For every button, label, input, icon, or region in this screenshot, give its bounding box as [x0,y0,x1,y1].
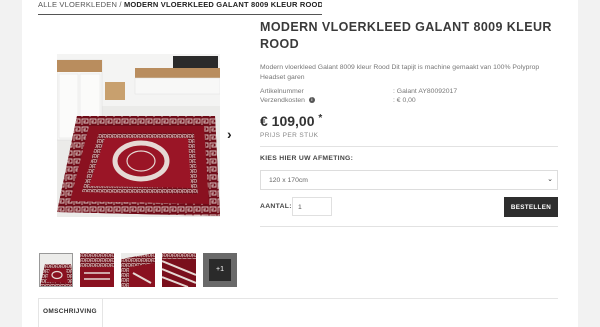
gallery-thumbnail[interactable] [121,253,155,287]
size-select[interactable]: 120 x 170cm ⌄ [260,170,558,190]
size-select-value: 120 x 170cm [269,177,308,184]
spec-row-article-number: Artikelnummer : Galant AY80092017 [260,88,457,95]
spec-label: Verzendkosten [260,97,305,104]
quantity-input[interactable]: 1 [292,197,332,216]
size-label: KIES HIER UW AFMETING: [260,155,354,162]
quantity-label: AANTAL: [260,203,292,210]
gallery-more-thumbnail[interactable]: +1 [203,253,237,287]
chevron-down-icon: ⌄ [547,176,553,183]
price-unit: PRIJS PER STUK [260,132,319,139]
breadcrumb-parent-link[interactable]: ALLE VLOERKLEDEN [38,0,117,9]
product-title: MODERN VLOERKLEED GALANT 8009 KLEUR ROOD [260,20,552,51]
info-icon[interactable]: i [308,97,315,104]
more-images-badge: +1 [216,266,224,273]
gallery-thumbnail[interactable] [39,253,73,287]
breadcrumb-separator: / [117,0,124,9]
divider [260,146,558,147]
spec-value: : Galant AY80092017 [393,88,458,95]
spec-row-shipping: Verzendkosten i : € 0,00 [260,97,416,104]
product-page: ALLE VLOERKLEDEN / MODERN VLOERKLEED GAL… [22,0,578,327]
product-description: Modern vloerkleed Galant 8009 kleur Rood… [260,64,540,81]
breadcrumb-current: MODERN VLOERKLEED GALANT 8009 KLEUR ROOD [123,0,322,9]
divider [260,226,558,227]
gallery-thumbnail[interactable] [80,253,114,287]
next-image-chevron-right-icon[interactable]: › [227,126,232,142]
breadcrumb: ALLE VLOERKLEDEN / MODERN VLOERKLEED GAL… [38,0,322,15]
product-price: € 109,00 * [260,113,322,129]
gallery-thumbnail[interactable] [162,253,196,287]
spec-label: Artikelnummer [260,88,304,95]
product-main-image[interactable] [57,54,220,217]
tab-description[interactable]: OMSCHRIJVING [38,298,103,327]
tabs-divider [38,298,558,299]
price-amount: € 109,00 [260,113,315,129]
price-marker: * [318,113,323,124]
spec-value: : € 0,00 [393,97,416,104]
order-button[interactable]: BESTELLEN [504,197,558,217]
